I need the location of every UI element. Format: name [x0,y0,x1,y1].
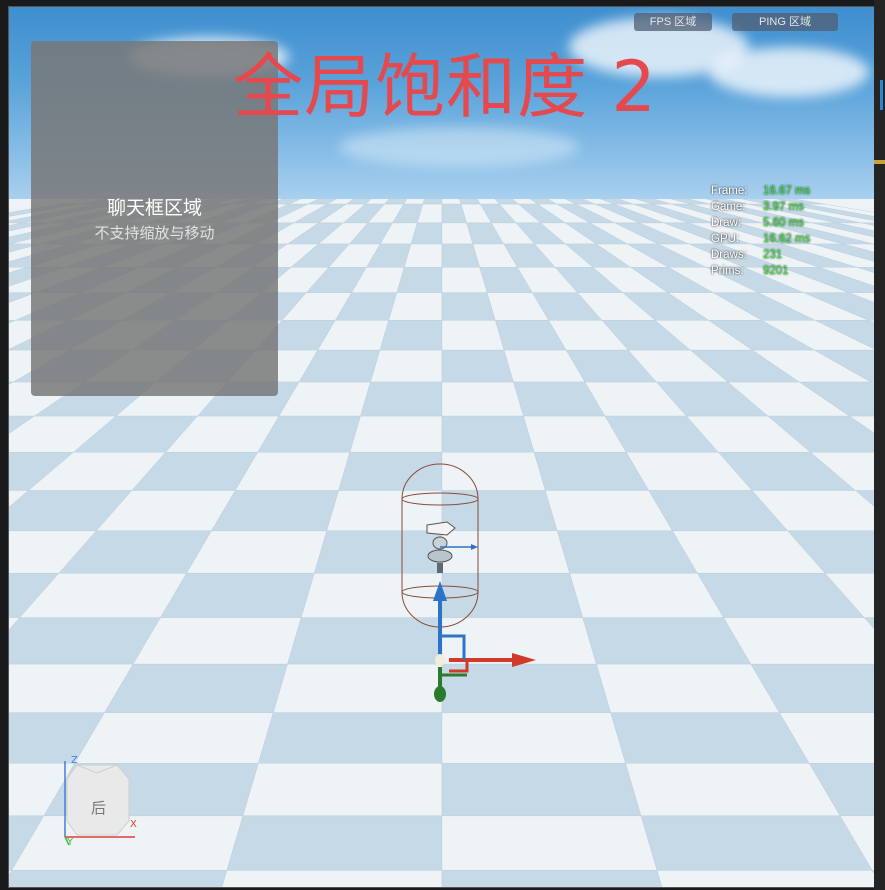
stat-label: Draw: [711,217,742,229]
stat-label: GPU: [711,233,740,245]
stat-row-prims: Prims: 9201 [711,263,810,279]
stat-row-frame: Frame: 16.67 ms [711,183,810,199]
view-cube-x-label: X [130,819,137,830]
gizmo-x-axis[interactable] [449,653,536,667]
stat-row-game: Game: 3.97 ms [711,199,810,215]
stat-value: 16.67 ms [763,185,811,197]
view-cube-face-label[interactable]: 后 [91,797,106,818]
stat-label: Frame: [711,185,748,197]
character-mannequin [426,521,478,573]
gizmo-center[interactable] [435,654,445,666]
saturation-title: 全局饱和度 2 [233,46,657,128]
stat-row-gpu: GPU: 16.62 ms [711,231,810,247]
view-cube-z-label: Z [71,755,78,766]
side-marker [880,80,883,110]
stat-value: 3.97 ms [763,201,804,213]
gizmo-y-axis[interactable] [434,667,446,702]
side-panel-edge [874,0,885,890]
chat-panel-title: 聊天框区域 [106,197,202,219]
stat-value: 5.60 ms [763,217,804,229]
stat-value: 9201 [763,265,789,277]
stat-label: Draws: [711,249,747,261]
stats-overlay: Frame: 16.67 ms Game: 3.97 ms Draw: 5.60 ms… [711,183,810,279]
stat-value: 231 [763,249,783,261]
fps-area-button[interactable]: FPS 区域 [634,13,712,31]
side-marker-accent [874,160,885,164]
gizmo-plane-handles[interactable] [440,634,469,677]
ping-area-button[interactable]: PING 区域 [732,13,838,31]
stat-value: 16.62 ms [763,233,811,245]
chat-panel-subtitle: 不支持缩放与移动 [94,224,215,242]
gizmo-z-axis[interactable] [433,581,447,657]
stat-row-draw: Draw: 5.60 ms [711,215,810,231]
stat-label: Prims: [711,265,744,277]
view-cube-y-label: Y [67,837,74,848]
stat-label: Game: [711,201,746,213]
game-viewport[interactable]: FPS 区域 PING 区域 聊天框区域 不支持缩放与移动 全局饱和度 2 Fr… [8,6,876,888]
stat-row-draws: Draws: 231 [711,247,810,263]
